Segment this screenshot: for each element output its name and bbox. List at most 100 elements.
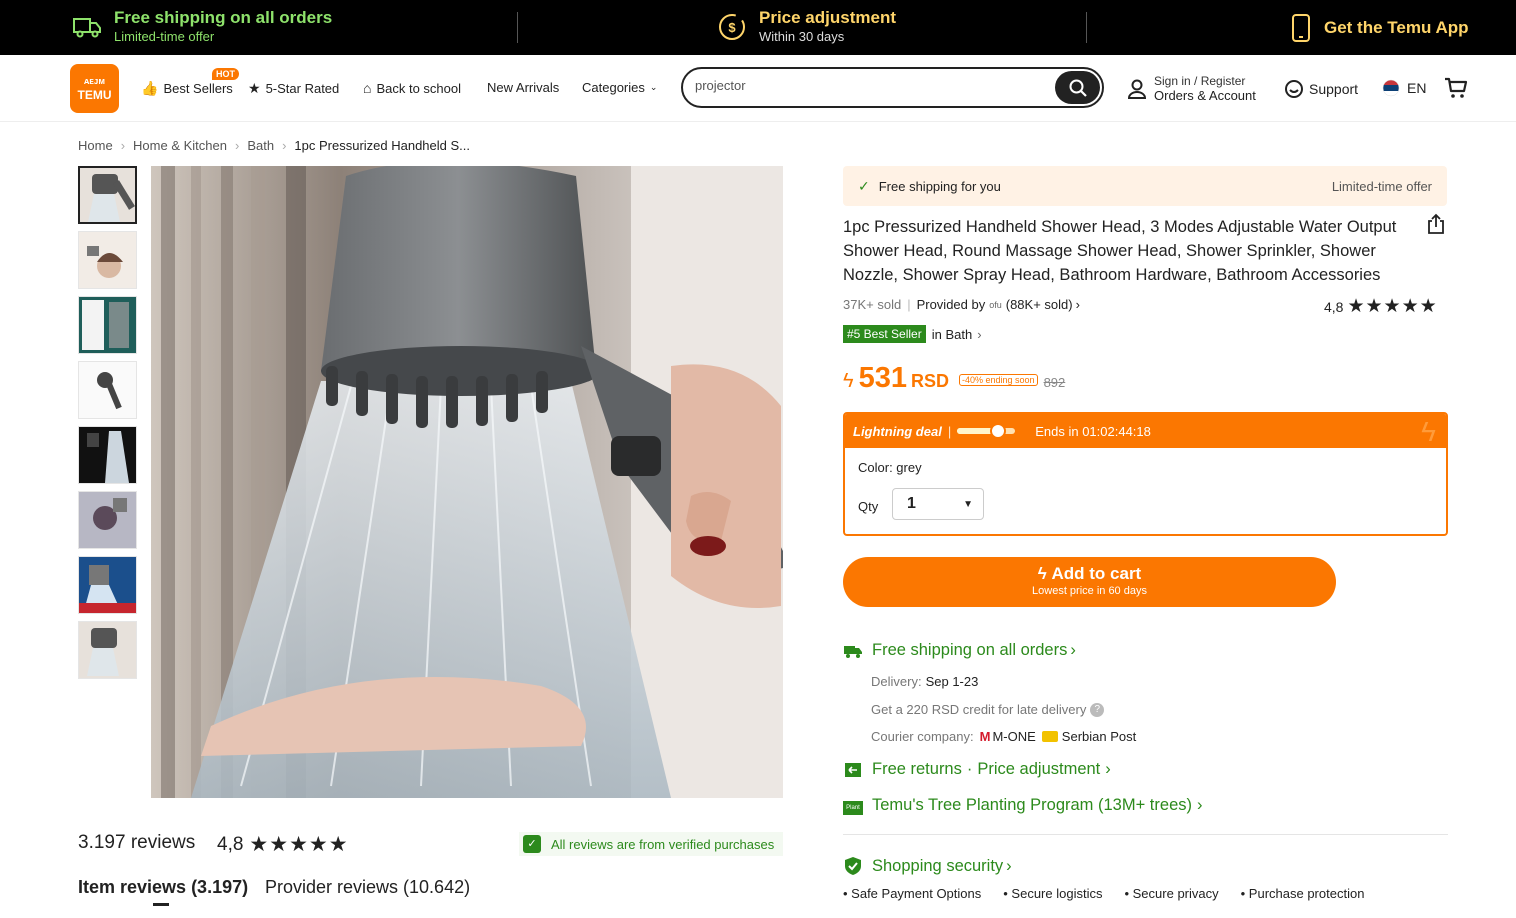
review-count: 3.197 reviews: [78, 832, 196, 853]
promo-shipping[interactable]: Free shipping on all orders Limited-time…: [72, 8, 332, 46]
nav-back-to-school[interactable]: ⌂ Back to school: [363, 80, 461, 96]
meta-divider: |: [907, 297, 911, 312]
delivery-label: Delivery:: [871, 674, 922, 689]
qty-value: 1: [907, 495, 916, 512]
breadcrumb-bath[interactable]: Bath: [247, 138, 274, 153]
tab-provider-reviews[interactable]: Provider reviews (10.642): [265, 877, 470, 898]
thumbnail[interactable]: [78, 296, 137, 354]
chevron-down-icon: ⌄: [649, 82, 658, 92]
security-items: Safe Payment Options Secure logistics Se…: [843, 886, 1386, 901]
promo-divider: [517, 12, 518, 43]
shopping-security-label: Shopping security: [872, 856, 1004, 875]
free-shipping-link[interactable]: Free shipping on all orders ›: [843, 641, 1076, 660]
lightning-deal-box: Lightning deal | Ends in 01:02:44:18 ϟ C…: [843, 412, 1448, 536]
m-one-logo-icon: M: [979, 729, 991, 744]
nav-categories[interactable]: Categories ⌄: [582, 80, 657, 95]
clock-icon: [989, 423, 1006, 439]
best-seller-row[interactable]: #5 Best Seller in Bath ›: [843, 325, 982, 343]
section-divider: [843, 834, 1448, 835]
star-rating-icon: ★★★★★: [1347, 296, 1438, 317]
logo-text: TEMU: [77, 88, 112, 102]
cart-button[interactable]: [1444, 77, 1468, 99]
promo-divider: [1086, 12, 1087, 43]
support-label: Support: [1309, 81, 1359, 97]
support-link[interactable]: Support: [1284, 79, 1358, 99]
check-icon: ✓: [858, 177, 870, 194]
thumbnail[interactable]: [78, 491, 137, 549]
user-icon: [1127, 79, 1147, 99]
discount-badge: -40% ending soon: [959, 374, 1038, 386]
old-price: 892: [1043, 375, 1066, 390]
free-returns-link[interactable]: Free returns · Price adjustment ›: [843, 760, 1111, 779]
review-rating: 4,8 ★★★★★: [217, 832, 349, 857]
nav-best-sellers[interactable]: 👍 Best Sellers: [141, 80, 233, 97]
thumbnail[interactable]: [78, 556, 137, 614]
search-button[interactable]: [1055, 71, 1100, 104]
account-menu[interactable]: Sign in / Register Orders & Account: [1127, 74, 1256, 104]
help-icon[interactable]: ?: [1090, 702, 1105, 717]
security-item: Secure privacy: [1124, 886, 1219, 901]
promo-price-sub: Within 30 days: [759, 29, 845, 44]
bolt-icon: ϟ: [1037, 564, 1052, 583]
star-badge-icon: ★: [248, 80, 261, 96]
provider-logo[interactable]: ofu: [989, 300, 1002, 310]
add-to-cart-label: Add to cart: [1051, 564, 1142, 583]
breadcrumb-home-kitchen[interactable]: Home & Kitchen: [133, 138, 227, 153]
free-shipping-text: Free shipping for you: [878, 178, 1001, 194]
lowest-price-note: Lowest price in 60 days: [1032, 585, 1147, 597]
product-rating[interactable]: 4,8 ★★★★★: [1324, 295, 1438, 318]
temu-logo[interactable]: ᴀᴇᴊᴍ TEMU: [70, 64, 119, 113]
limited-offer-text: Limited-time offer: [1331, 178, 1432, 194]
search-bar: [681, 67, 1104, 108]
nav-new-arrivals[interactable]: New Arrivals: [487, 80, 559, 95]
phone-icon: [1292, 14, 1310, 42]
thumbnail[interactable]: [78, 426, 137, 484]
search-icon: [1069, 79, 1087, 97]
thumbnail[interactable]: [78, 361, 137, 419]
support-icon: [1285, 80, 1303, 98]
tab-item-reviews[interactable]: Item reviews (3.197): [78, 877, 248, 898]
nav-categories-label: Categories: [582, 80, 645, 95]
courier-serbian-post: Serbian Post: [1061, 729, 1137, 744]
deal-progress-bar: [957, 423, 1016, 439]
shopping-security-link[interactable]: Shopping security ›: [843, 856, 1012, 876]
thumbnail[interactable]: [78, 166, 137, 224]
star-rating-icon: ★★★★★: [249, 833, 349, 856]
best-seller-badge: #5 Best Seller: [843, 325, 926, 343]
security-item: Purchase protection: [1241, 886, 1365, 901]
thumbnail[interactable]: [78, 231, 137, 289]
courier-m-one: M-ONE: [992, 729, 1036, 744]
share-button[interactable]: [1426, 213, 1446, 240]
promo-get-app[interactable]: Get the Temu App: [1290, 13, 1469, 43]
thumbnail[interactable]: [78, 621, 137, 679]
deal-countdown: Ends in 01:02:44:18: [1035, 423, 1151, 439]
add-to-cart-button[interactable]: ϟ Add to cart Lowest price in 60 days: [843, 557, 1336, 607]
provider-sold[interactable]: (88K+ sold): [1006, 297, 1073, 312]
qty-select[interactable]: 1 ▼: [892, 488, 984, 520]
courier-line: Courier company: M M-ONE Serbian Post: [871, 729, 1136, 744]
tree-planting-link[interactable]: Plant Temu's Tree Planting Program (13M+…: [843, 795, 1203, 815]
truck-icon: [73, 18, 101, 38]
price-adjustment-label: Price adjustment: [977, 760, 1101, 778]
chevron-right-icon: ›: [1006, 856, 1012, 875]
site-header: ᴀᴇᴊᴍ TEMU 👍 Best Sellers HOT ★ 5-Star Ra…: [0, 55, 1516, 122]
chevron-right-icon: ›: [977, 326, 982, 342]
truck-icon: [844, 645, 862, 658]
chevron-right-icon: ›: [1070, 641, 1076, 659]
thumbs-up-icon: 👍: [141, 80, 159, 96]
free-shipping-banner: ✓ Free shipping for you Limited-time off…: [843, 166, 1447, 206]
active-tab-indicator: [153, 903, 169, 906]
breadcrumb-home[interactable]: Home: [78, 138, 113, 153]
cart-icon: [1445, 77, 1468, 98]
free-returns-label: Free returns: [872, 760, 962, 778]
search-input[interactable]: [695, 78, 1035, 93]
chevron-right-icon: ›: [120, 138, 126, 153]
product-image[interactable]: [151, 166, 783, 798]
dollar-clock-icon: $: [719, 14, 745, 40]
review-rating-value: 4,8: [217, 833, 244, 855]
security-item: Safe Payment Options: [843, 886, 981, 901]
nav-five-star-label: 5-Star Rated: [265, 81, 340, 96]
promo-price-adjust[interactable]: $ Price adjustment Within 30 days: [717, 8, 896, 46]
language-selector[interactable]: EN: [1382, 79, 1426, 97]
nav-five-star[interactable]: ★ 5-Star Rated: [248, 80, 339, 97]
